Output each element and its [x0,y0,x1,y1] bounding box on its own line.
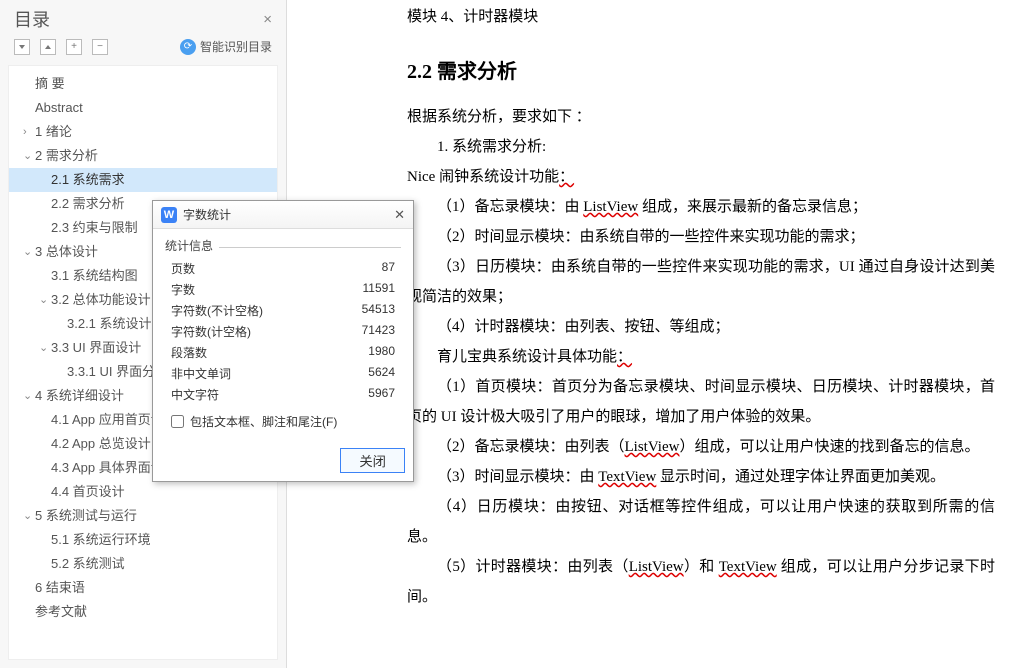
heading-2-2: 2.2 需求分析 [407,52,995,92]
dialog-title-text: 字数统计 [183,206,231,223]
doc-li-3: （3）日历模块：由系统自带的一些控件来实现功能的需求，UI 通过自身设计达到美观… [407,252,995,312]
stat-label: 字符数(计空格) [171,323,251,340]
chevron-down-icon: ⌄ [39,338,51,358]
stats-section-label: 统计信息 [165,237,213,254]
stat-row-3: 字符数(计空格) 71423 [165,321,401,342]
doc-li-4: （4）计时器模块：由列表、按钮、等组成； [407,312,995,342]
sidebar-title: 目录 [14,6,50,32]
chevron-down-icon: ⌄ [23,146,35,166]
toc-item-label: 参考文献 [35,602,87,622]
toc-item-label: 2.1 系统需求 [51,170,125,190]
toc-item-label: 3.1 系统结构图 [51,266,138,286]
stat-value: 11591 [363,281,395,298]
include-textbox-checkbox[interactable]: 包括文本框、脚注和尾注(F) [165,405,401,432]
include-textbox-input[interactable] [171,415,184,428]
toc-item-label: 3.2.1 系统设计目 [67,314,165,334]
doc-sl-2: （2）备忘录模块：由列表（ListView）组成，可以让用户快速的找到备忘的信息… [407,432,995,462]
stat-label: 页数 [171,260,195,277]
doc-intro: 根据系统分析，要求如下 ： [407,102,995,132]
toc-item-18[interactable]: ⌄5 系统测试与运行 [9,504,277,528]
toc-item-label: 5.2 系统测试 [51,554,125,574]
chevron-down-icon: ⌄ [23,506,35,526]
toc-item-label: 5 系统测试与运行 [35,506,137,526]
stat-row-4: 段落数 1980 [165,342,401,363]
sidebar-header: 目录 × [0,0,286,34]
dialog-close-icon[interactable]: ✕ [394,207,405,223]
chevron-down-icon: ⌄ [39,290,51,310]
wps-app-icon: W [161,207,177,223]
smart-toc-icon: ⟳ [180,39,196,55]
toc-item-17[interactable]: 4.4 首页设计 [9,480,277,504]
doc-sl-1: （1）首页模块：首页分为备忘录模块、时间显示模块、日历模块、计时器模块，首页的 … [407,372,995,432]
toc-item-label: 2 需求分析 [35,146,98,166]
toc-minus-icon[interactable]: − [92,39,108,55]
doc-sl-5: （5）计时器模块：由列表（ListView）和 TextView 组成，可以让用… [407,552,995,612]
close-icon[interactable]: × [263,11,272,28]
toc-item-label: 4 系统详细设计 [35,386,124,406]
stat-value: 5967 [368,386,395,403]
include-textbox-label: 包括文本框、脚注和尾注(F) [190,413,337,430]
toc-item-label: 2.3 约束与限制 [51,218,138,238]
toc-item-label: 4.2 App 总览设计 [51,434,151,454]
toc-item-label: 4.3 App 具体界面设 [51,458,164,478]
stat-label: 中文字符 [171,386,219,403]
smart-toc-button[interactable]: ⟳ 智能识别目录 [180,38,272,55]
toc-item-22[interactable]: 参考文献 [9,600,277,624]
stat-row-1: 字数 11591 [165,279,401,300]
stat-row-2: 字符数(不计空格) 54513 [165,300,401,321]
stat-row-5: 非中文单词 5624 [165,363,401,384]
expand-all-icon[interactable] [14,39,30,55]
toc-item-label: 6 结束语 [35,578,85,598]
doc-p-1: 1. 系统需求分析: [407,132,995,162]
toc-item-1[interactable]: Abstract [9,96,277,120]
stat-value: 1980 [368,344,395,361]
toc-item-21[interactable]: 6 结束语 [9,576,277,600]
word-count-dialog: W 字数统计 ✕ 统计信息 页数87字数11591字符数(不计空格)54513字… [152,200,414,482]
toc-item-label: 5.1 系统运行环境 [51,530,151,550]
stat-label: 段落数 [171,344,207,361]
dialog-titlebar[interactable]: W 字数统计 ✕ [153,201,413,229]
toc-item-label: 4.1 App 应用首页设 [51,410,164,430]
stat-label: 字符数(不计空格) [171,302,263,319]
chevron-down-icon: ⌄ [23,386,35,406]
toc-item-label: 3.2 总体功能设计 [51,290,151,310]
chevron-down-icon: ⌄ [23,242,35,262]
doc-sl-3: （3）时间显示模块：由 TextView 显示时间，通过处理字体让界面更加美观。 [407,462,995,492]
stat-value: 87 [382,260,395,277]
toc-item-label: 2.2 需求分析 [51,194,125,214]
toc-item-19[interactable]: 5.1 系统运行环境 [9,528,277,552]
dialog-close-button[interactable]: 关闭 [340,448,405,473]
chevron-right-icon: › [23,122,35,142]
stat-value: 71423 [362,323,395,340]
stats-table: 页数 87 字数 11591 字符数(不计空格) 54513 字符数(计空格) 71423 段落… [165,258,401,405]
doc-subhead: 育儿宝典系统设计具体功能： [407,342,995,372]
sidebar-toolbar: + − ⟳ 智能识别目录 [0,34,286,61]
doc-li-1: （1）备忘录模块：由 ListView 组成，来展示最新的备忘录信息； [407,192,995,222]
toc-item-3[interactable]: ⌄2 需求分析 [9,144,277,168]
doc-li-2: （2）时间显示模块：由系统自带的一些控件来实现功能的需求； [407,222,995,252]
toc-item-label: Abstract [35,98,83,118]
stat-row-0: 页数 87 [165,258,401,279]
toc-item-label: 3.3 UI 界面设计 [51,338,141,358]
stat-value: 54513 [362,302,395,319]
doc-sl-4: （4）日历模块：由按钮、对话框等控件组成，可以让用户快速的获取到所需的信息。 [407,492,995,552]
doc-line-prev: 模块 4、计时器模块 [407,2,995,32]
toc-item-label: 摘 要 [35,74,65,94]
doc-nice-line: Nice 闹钟系统设计功能： [407,162,995,192]
stat-value: 5624 [368,365,395,382]
smart-toc-label: 智能识别目录 [200,38,272,55]
stat-row-6: 中文字符 5967 [165,384,401,405]
stat-label: 字数 [171,281,195,298]
toc-item-2[interactable]: ›1 绪论 [9,120,277,144]
toc-plus-icon[interactable]: + [66,39,82,55]
toc-item-label: 4.4 首页设计 [51,482,125,502]
toc-item-label: 3 总体设计 [35,242,98,262]
toc-item-label: 1 绪论 [35,122,72,142]
collapse-all-icon[interactable] [40,39,56,55]
toc-item-4[interactable]: 2.1 系统需求 [9,168,277,192]
stat-label: 非中文单词 [171,365,231,382]
toc-item-0[interactable]: 摘 要 [9,72,277,96]
toc-item-20[interactable]: 5.2 系统测试 [9,552,277,576]
